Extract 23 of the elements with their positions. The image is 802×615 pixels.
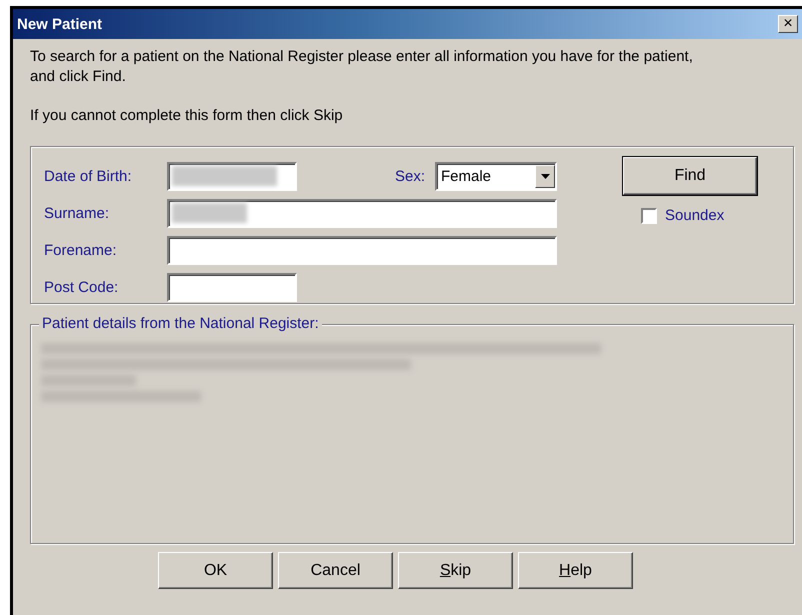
instruction-text: To search for a patient on the National Register please enter all information you have for the patient, and click Find. [30, 47, 694, 87]
field-label: Sex: [394, 168, 425, 184]
window-title: New Patient [17, 16, 102, 32]
dropdown-arrow-icon [540, 174, 550, 178]
date-of-birth-field[interactable] [167, 162, 297, 190]
checkbox-label: Soundex [665, 207, 724, 224]
close-button[interactable]: × [778, 15, 798, 33]
field-label: Surname: [44, 204, 110, 222]
instruction-text: If you cannot complete this form then click Skip [30, 106, 344, 126]
panel-legend: Patient details from the National Register: [39, 315, 322, 332]
surname-field[interactable] [167, 198, 557, 228]
find-button[interactable]: Find [623, 157, 757, 195]
forename-field[interactable] [167, 236, 557, 264]
field-label: Post Code: [44, 278, 120, 296]
dialog-button[interactable]: Skip [398, 552, 513, 589]
dialog-button[interactable]: OK [158, 552, 273, 589]
field-label: Date of Birth: [44, 168, 133, 184]
post-code-field[interactable] [167, 272, 297, 302]
dialog-button[interactable]: Cancel [278, 552, 393, 589]
dialog-button[interactable]: Help [518, 552, 633, 589]
sex-dropdown[interactable]: Female [435, 162, 557, 190]
soundex-checkbox[interactable] [641, 208, 657, 224]
field-label: Forename: [44, 242, 118, 258]
